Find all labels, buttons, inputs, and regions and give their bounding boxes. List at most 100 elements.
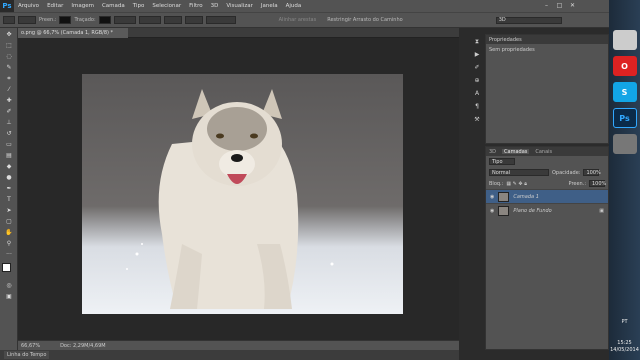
constrain-path-checkbox[interactable]: Restringir Arrasto do Caminho — [327, 17, 402, 23]
photoshop-taskbar-icon[interactable]: Ps — [612, 108, 637, 128]
fill-label: Preen.: — [568, 180, 586, 187]
path-select-tool-icon[interactable]: ➤ — [3, 206, 15, 215]
eraser-tool-icon[interactable]: ▭ — [3, 140, 15, 149]
color-swatches[interactable] — [2, 263, 16, 277]
language-indicator[interactable]: PT — [609, 319, 640, 326]
layer-name[interactable]: Plano de Fundo — [513, 208, 551, 214]
lock-icons[interactable]: ▦ ✎ ✥ 🔒︎ — [506, 181, 527, 187]
menu-visualizar[interactable]: Visualizar — [222, 3, 256, 9]
clock-date: 14/05/2014 — [610, 347, 639, 353]
photoshop-logo[interactable]: Ps — [0, 0, 14, 12]
clone-source-icon[interactable]: ⊕ — [472, 77, 482, 86]
history-icon[interactable]: ⧗ — [472, 38, 482, 47]
crop-tool-icon[interactable]: ⌗ — [3, 74, 15, 83]
timeline-panel-tab: Linha do Tempo — [0, 350, 459, 360]
wolf-image — [126, 89, 334, 309]
gradient-tool-icon[interactable]: ▤ — [3, 151, 15, 160]
canvas-area[interactable] — [18, 38, 459, 340]
fill-swatch[interactable] — [59, 16, 72, 24]
tab-channels[interactable]: Canais — [535, 149, 552, 155]
tool-preset-picker[interactable] — [3, 16, 15, 24]
stroke-swatch[interactable] — [98, 16, 111, 24]
menu-3d[interactable]: 3D — [207, 3, 223, 9]
menu-selecionar[interactable]: Selecionar — [148, 3, 185, 9]
eyedropper-tool-icon[interactable]: ⁄ — [3, 85, 15, 94]
layer-filter-select[interactable]: Tipo — [489, 158, 515, 165]
shape-tool-icon[interactable]: ▢ — [3, 217, 15, 226]
quick-select-tool-icon[interactable]: ✎ — [3, 63, 15, 72]
taskbar-app-icon[interactable] — [612, 30, 637, 50]
layer-row[interactable]: ◉ Plano de Fundo ▣ — [486, 203, 608, 217]
minimize-button[interactable]: – — [542, 2, 551, 9]
taskbar-app-icon[interactable] — [612, 134, 637, 154]
path-ops-buttons[interactable] — [205, 16, 236, 24]
history-brush-tool-icon[interactable]: ↺ — [3, 129, 15, 138]
stamp-tool-icon[interactable]: ⊥ — [3, 118, 15, 127]
dodge-tool-icon[interactable]: ● — [3, 173, 15, 182]
more-tools-icon[interactable]: ··· — [3, 250, 15, 259]
align-edges-checkbox[interactable]: Alinhar arestas — [279, 17, 317, 23]
document-tab[interactable]: o.png @ 66,7% (Camada 1, RGB/8) * — [18, 28, 128, 38]
zoom-level[interactable]: 66,67% — [21, 343, 40, 349]
healing-tool-icon[interactable]: ✚ — [3, 96, 15, 105]
lasso-tool-icon[interactable]: ◌ — [3, 52, 15, 61]
brush-panel-icon[interactable]: ✐ — [472, 64, 482, 73]
visibility-eye-icon[interactable]: ◉ — [490, 194, 494, 200]
skype-icon[interactable]: S — [612, 82, 637, 102]
menu-janela[interactable]: Janela — [257, 3, 282, 9]
menu-ajuda[interactable]: Ajuda — [282, 3, 306, 9]
stroke-type-select[interactable] — [138, 16, 161, 24]
quick-mask-icon[interactable]: ◎ — [3, 281, 15, 290]
menu-imagem[interactable]: Imagem — [67, 3, 98, 9]
menu-editar[interactable]: Editar — [43, 3, 67, 9]
panel-icon-strip: ⧗ ▶ ✐ ⊕ A ¶ ⚒ — [470, 34, 484, 144]
close-button[interactable]: ✕ — [568, 2, 577, 9]
hand-tool-icon[interactable]: ✋ — [3, 228, 15, 237]
tab-3d[interactable]: 3D — [489, 149, 496, 155]
opera-icon[interactable]: O — [612, 56, 637, 76]
brush-tool-icon[interactable]: ✐ — [3, 107, 15, 116]
layer-row[interactable]: ◉ Camada 1 — [486, 189, 608, 203]
marquee-tool-icon[interactable]: ⬚ — [3, 41, 15, 50]
zoom-tool-icon[interactable]: ⚲ — [3, 239, 15, 248]
restore-button[interactable]: □ — [555, 2, 564, 9]
tab-layers[interactable]: Camadas — [502, 149, 530, 155]
fill-field[interactable]: 100% — [589, 180, 606, 187]
layer-thumbnail — [498, 191, 510, 202]
status-bar: 66,67% Doc: 2,29M/4,69M — [18, 340, 459, 350]
width-field[interactable] — [163, 16, 182, 24]
window-controls: – □ ✕ — [542, 0, 577, 10]
height-field[interactable] — [184, 16, 203, 24]
layer-name[interactable]: Camada 1 — [513, 194, 539, 200]
screen-mode-icon[interactable]: ▣ — [3, 292, 15, 301]
menu-bar: Ps Arquivo Editar Imagem Camada Tipo Sel… — [0, 0, 609, 12]
actions-icon[interactable]: ▶ — [472, 51, 482, 60]
move-tool-icon[interactable]: ✥ — [3, 30, 15, 39]
properties-panel: Propriedades Sem propriedades — [485, 34, 609, 144]
system-clock[interactable]: PT 15:25 14/05/2014 — [609, 319, 640, 354]
menu-tipo[interactable]: Tipo — [129, 3, 149, 9]
visibility-eye-icon[interactable]: ◉ — [490, 208, 494, 214]
stroke-width-field[interactable] — [113, 16, 136, 24]
layers-panel-tabs: 3D Camadas Canais — [486, 147, 608, 156]
workspace-select[interactable]: 3D — [495, 16, 562, 24]
paragraph-icon[interactable]: ¶ — [472, 103, 482, 112]
blend-mode-select[interactable]: Normal — [489, 169, 549, 176]
opacity-field[interactable]: 100% — [583, 169, 601, 176]
timeline-tab[interactable]: Linha do Tempo — [4, 351, 50, 359]
tool-presets-icon[interactable]: ⚒ — [472, 116, 482, 125]
doc-info[interactable]: Doc: 2,29M/4,69M — [60, 343, 106, 349]
properties-tab[interactable]: Propriedades — [486, 35, 608, 44]
shape-mode-select[interactable] — [18, 16, 36, 24]
menu-filtro[interactable]: Filtro — [185, 3, 206, 9]
opacity-label: Opacidade: — [552, 169, 581, 176]
blur-tool-icon[interactable]: ◆ — [3, 162, 15, 171]
character-icon[interactable]: A — [472, 90, 482, 99]
menu-camada[interactable]: Camada — [98, 3, 129, 9]
menu-arquivo[interactable]: Arquivo — [14, 3, 43, 9]
stroke-label: Traçado: — [74, 17, 96, 23]
layer-thumbnail — [498, 205, 510, 216]
type-tool-icon[interactable]: T — [3, 195, 15, 204]
pen-tool-icon[interactable]: ✒ — [3, 184, 15, 193]
foreground-color[interactable] — [2, 263, 11, 272]
